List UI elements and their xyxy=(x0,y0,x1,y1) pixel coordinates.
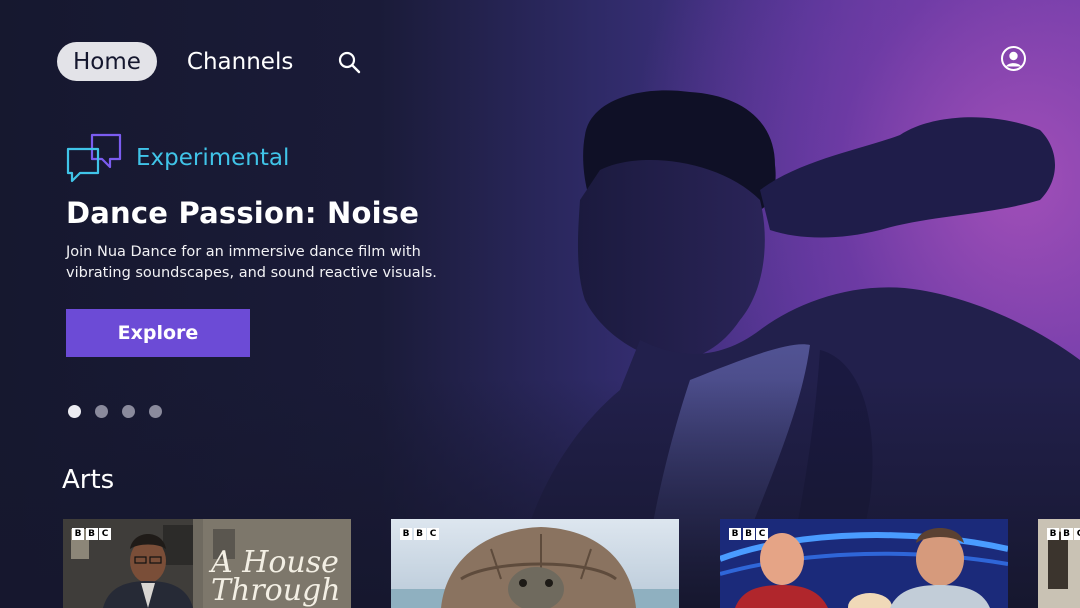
programme-card[interactable]: B B C A House Through xyxy=(63,519,351,608)
programme-card[interactable]: B B C xyxy=(1038,519,1080,608)
bbc-logo-letter: B xyxy=(1060,528,1073,540)
bbc-logo-letter: B xyxy=(742,528,755,540)
hero-description: Join Nua Dance for an immersive dance fi… xyxy=(66,244,437,281)
carousel-dot[interactable] xyxy=(149,405,162,418)
arts-row: B B C A House Through B B C B B C B B C xyxy=(63,519,1080,608)
account-icon[interactable] xyxy=(1000,45,1027,72)
genre-label: Experimental xyxy=(136,145,290,171)
bbc-logo-letter: C xyxy=(427,528,439,540)
bbc-logo-letter: C xyxy=(756,528,768,540)
speech-bubbles-icon xyxy=(66,133,122,183)
explore-button[interactable]: Explore xyxy=(66,309,250,357)
bbc-logo-letter: C xyxy=(1074,528,1080,540)
carousel-indicator xyxy=(68,405,176,418)
bbc-logo: B B C xyxy=(1047,528,1080,540)
bbc-logo-letter: B xyxy=(729,528,741,540)
nav-channels[interactable]: Channels xyxy=(187,49,293,75)
bbc-logo-letter: C xyxy=(99,528,111,540)
bbc-logo-letter: B xyxy=(85,528,98,540)
bbc-logo-letter: B xyxy=(413,528,426,540)
bbc-logo-letter: B xyxy=(1047,528,1059,540)
bbc-logo: B B C xyxy=(72,528,113,540)
nav-home-label: Home xyxy=(73,48,141,75)
hero-title: Dance Passion: Noise xyxy=(66,196,420,230)
carousel-dot[interactable] xyxy=(122,405,135,418)
programme-card[interactable]: B B C xyxy=(720,519,1008,608)
carousel-dot[interactable] xyxy=(68,405,81,418)
search-icon[interactable] xyxy=(337,50,361,74)
bbc-logo-letter: B xyxy=(72,528,84,540)
bbc-logo-letter: B xyxy=(400,528,412,540)
genre-tag: Experimental xyxy=(66,133,289,183)
bbc-logo: B B C xyxy=(729,528,770,540)
nav-channels-label: Channels xyxy=(186,48,294,75)
top-nav: Home Channels xyxy=(57,42,293,81)
carousel-dot[interactable] xyxy=(95,405,108,418)
programme-card[interactable]: B B C xyxy=(391,519,679,608)
row-title: Arts xyxy=(62,465,115,495)
bbc-logo: B B C xyxy=(400,528,441,540)
card-title-art: A House Through xyxy=(211,545,341,608)
nav-home[interactable]: Home xyxy=(57,42,157,81)
